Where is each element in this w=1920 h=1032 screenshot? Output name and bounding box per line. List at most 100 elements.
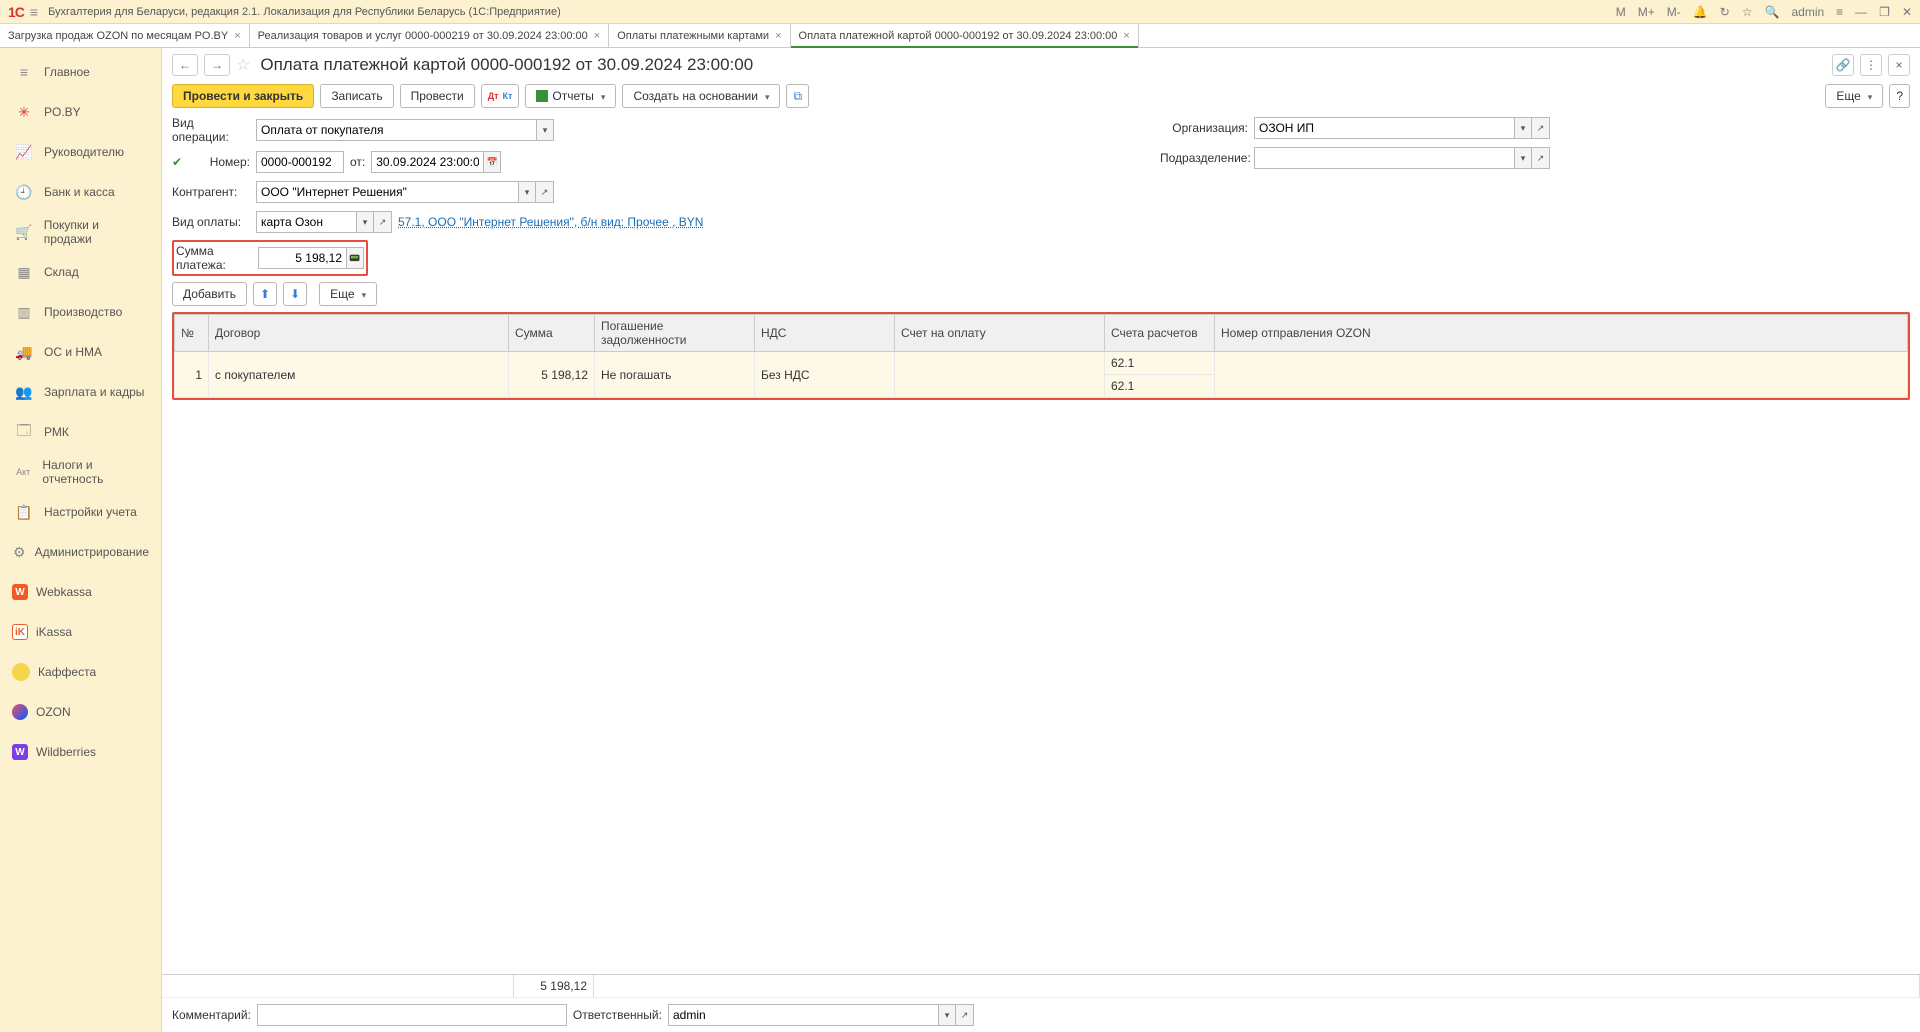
close-page-icon[interactable]: ×: [1888, 54, 1910, 76]
cell-sum[interactable]: 5 198,12: [509, 352, 595, 398]
open-icon[interactable]: ↗: [1532, 117, 1550, 139]
pay-type-input[interactable]: [256, 211, 356, 233]
dept-input[interactable]: [1254, 147, 1514, 169]
nav-forward-button[interactable]: →: [204, 54, 230, 76]
table-row[interactable]: 1 с покупателем 5 198,12 Не погашать Без…: [175, 352, 1908, 375]
col-num[interactable]: №: [175, 315, 209, 352]
help-button[interactable]: ?: [1889, 84, 1910, 108]
more-button[interactable]: Еще: [1825, 84, 1883, 108]
link-icon[interactable]: 🔗: [1832, 54, 1854, 76]
sidebar-item-ikassa[interactable]: iKiKassa: [0, 612, 161, 652]
open-icon[interactable]: ↗: [1532, 147, 1550, 169]
close-window-icon[interactable]: ✕: [1902, 5, 1912, 19]
open-icon[interactable]: ↗: [536, 181, 554, 203]
favorite-star-icon[interactable]: ☆: [236, 55, 250, 75]
tab-ozon-load[interactable]: Загрузка продаж OZON по месяцам PO.BY ×: [0, 24, 250, 47]
create-based-button[interactable]: Создать на основании: [622, 84, 780, 108]
calc-icon[interactable]: 📟: [346, 247, 364, 269]
sidebar-item-production[interactable]: ▥Производство: [0, 292, 161, 332]
col-debt[interactable]: Погашение задолженности: [595, 315, 755, 352]
sidebar-item-rmk[interactable]: 🗔РМК: [0, 412, 161, 452]
cell-acct1[interactable]: 62.1: [1105, 352, 1215, 375]
cell-invoice[interactable]: [895, 352, 1105, 398]
col-sum[interactable]: Сумма: [509, 315, 595, 352]
responsible-input[interactable]: [668, 1004, 938, 1026]
add-row-button[interactable]: Добавить: [172, 282, 247, 306]
open-icon[interactable]: ↗: [374, 211, 392, 233]
sidebar-item-assets[interactable]: 🚚ОС и НМА: [0, 332, 161, 372]
sum-input[interactable]: [258, 247, 346, 269]
settings-icon[interactable]: ≡: [1836, 5, 1843, 19]
zoom-m-minus[interactable]: M-: [1667, 5, 1681, 19]
col-vat[interactable]: НДС: [755, 315, 895, 352]
table-more-button[interactable]: Еще: [319, 282, 377, 306]
tab-card-payments[interactable]: Оплаты платежными картами ×: [609, 24, 790, 47]
reports-button[interactable]: Отчеты: [525, 84, 616, 108]
star-icon[interactable]: ☆: [1742, 5, 1753, 19]
sidebar-item-bank[interactable]: 🕘Банк и касса: [0, 172, 161, 212]
calendar-icon[interactable]: 📅: [483, 151, 501, 173]
org-input[interactable]: [1254, 117, 1514, 139]
cell-debt[interactable]: Не погашать: [595, 352, 755, 398]
dropdown-icon[interactable]: ▾: [356, 211, 374, 233]
sidebar-item-webkassa[interactable]: WWebkassa: [0, 572, 161, 612]
sidebar-item-wildberries[interactable]: WWildberries: [0, 732, 161, 772]
dropdown-icon[interactable]: ▾: [518, 181, 536, 203]
tab-close-icon[interactable]: ×: [234, 30, 240, 42]
tab-card-payment-doc[interactable]: Оплата платежной картой 0000-000192 от 3…: [791, 24, 1139, 47]
cell-num[interactable]: 1: [175, 352, 209, 398]
dropdown-icon[interactable]: ▾: [536, 119, 554, 141]
minimize-icon[interactable]: —: [1855, 5, 1867, 19]
move-down-button[interactable]: ⬇: [283, 282, 307, 306]
col-invoice[interactable]: Счет на оплату: [895, 315, 1105, 352]
dropdown-icon[interactable]: ▾: [938, 1004, 956, 1026]
structure-button[interactable]: ⧉: [786, 84, 809, 108]
dropdown-icon[interactable]: ▾: [1514, 147, 1532, 169]
tab-close-icon[interactable]: ×: [775, 30, 781, 42]
payments-table[interactable]: № Договор Сумма Погашение задолженности …: [174, 314, 1908, 398]
sidebar-item-main[interactable]: ≡Главное: [0, 52, 161, 92]
number-input[interactable]: [256, 151, 344, 173]
sidebar-item-taxes[interactable]: AктНалоги и отчетность: [0, 452, 161, 492]
cell-vat[interactable]: Без НДС: [755, 352, 895, 398]
tab-realization[interactable]: Реализация товаров и услуг 0000-000219 о…: [250, 24, 610, 47]
cell-ozon-ship[interactable]: [1215, 352, 1908, 398]
counterparty-input[interactable]: [256, 181, 518, 203]
sidebar-item-payroll[interactable]: 👥Зарплата и кадры: [0, 372, 161, 412]
sidebar-item-settings[interactable]: 📋Настройки учета: [0, 492, 161, 532]
sidebar-item-sales[interactable]: 🛒Покупки и продажи: [0, 212, 161, 252]
sidebar-item-kaffesta[interactable]: Каффеста: [0, 652, 161, 692]
sidebar-item-poby[interactable]: ✳PO.BY: [0, 92, 161, 132]
sidebar-item-manager[interactable]: 📈Руководителю: [0, 132, 161, 172]
zoom-m[interactable]: M: [1616, 5, 1626, 19]
bell-icon[interactable]: 🔔: [1693, 5, 1708, 19]
nav-back-button[interactable]: ←: [172, 54, 198, 76]
sidebar-item-warehouse[interactable]: ▦Склад: [0, 252, 161, 292]
col-contract[interactable]: Договор: [209, 315, 509, 352]
history-icon[interactable]: ↻: [1720, 5, 1730, 19]
post-button[interactable]: Провести: [400, 84, 475, 108]
open-icon[interactable]: ↗: [956, 1004, 974, 1026]
comment-input[interactable]: [257, 1004, 567, 1026]
zoom-m-plus[interactable]: M+: [1638, 5, 1655, 19]
col-accounts[interactable]: Счета расчетов: [1105, 315, 1215, 352]
restore-icon[interactable]: ❐: [1879, 5, 1890, 19]
pay-account-link[interactable]: 57.1, ООО "Интернет Решения", б/н вид: П…: [398, 215, 703, 229]
op-type-input[interactable]: [256, 119, 536, 141]
dropdown-icon[interactable]: ▾: [1514, 117, 1532, 139]
cell-contract[interactable]: с покупателем: [209, 352, 509, 398]
sidebar-item-ozon[interactable]: OZON: [0, 692, 161, 732]
main-menu-icon[interactable]: ≡: [30, 4, 38, 20]
post-and-close-button[interactable]: Провести и закрыть: [172, 84, 314, 108]
tab-close-icon[interactable]: ×: [1123, 30, 1129, 42]
date-input[interactable]: [371, 151, 483, 173]
search-icon[interactable]: 🔍: [1765, 5, 1780, 19]
col-ozon-ship[interactable]: Номер отправления OZON: [1215, 315, 1908, 352]
save-button[interactable]: Записать: [320, 84, 393, 108]
tab-close-icon[interactable]: ×: [594, 30, 600, 42]
move-up-button[interactable]: ⬆: [253, 282, 277, 306]
sidebar-item-admin[interactable]: ⚙Администрирование: [0, 532, 161, 572]
user-label[interactable]: admin: [1791, 5, 1824, 19]
dt-kt-button[interactable]: ДтКт: [481, 84, 520, 108]
cell-acct2[interactable]: 62.1: [1105, 375, 1215, 398]
